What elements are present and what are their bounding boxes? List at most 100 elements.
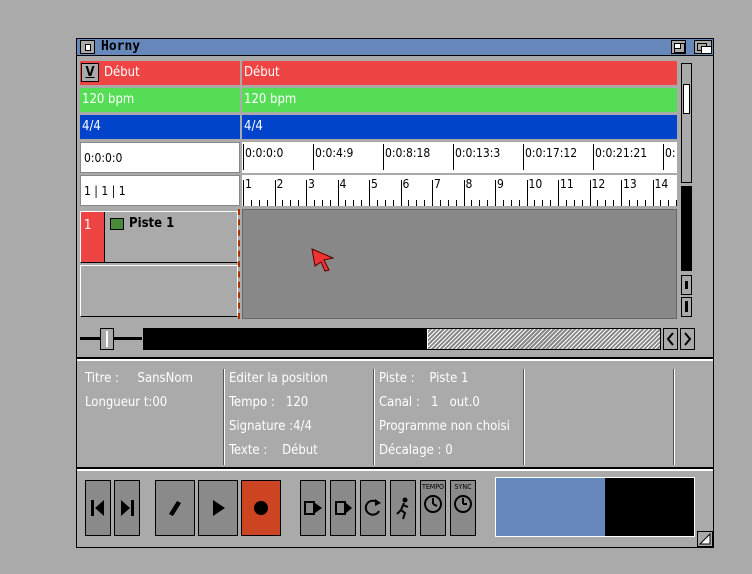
- tempo-row-left[interactable]: 120 bpm: [80, 88, 240, 112]
- bar-ruler-tick: [337, 180, 339, 206]
- time-ruler-label: 0:0:4:9: [315, 146, 354, 160]
- bar-ruler-subtick: [534, 200, 536, 206]
- time-ruler-label: 0:0:21:21: [595, 146, 648, 160]
- metronome-button[interactable]: [390, 480, 416, 536]
- signature-field[interactable]: Signature :4/4: [229, 415, 312, 439]
- loop-start-icon: [304, 501, 322, 515]
- bar-ruler-tick: [369, 180, 370, 206]
- scroll-right-button[interactable]: [680, 328, 695, 350]
- track-number: 1: [84, 218, 92, 233]
- vertical-scrollbar[interactable]: [679, 61, 695, 321]
- marker-row-right[interactable]: Début: [240, 61, 677, 85]
- sync-button[interactable]: SYNC: [450, 480, 476, 536]
- song-title-value: SansNom: [137, 371, 193, 386]
- horizontal-scrollbar[interactable]: [143, 328, 661, 350]
- tempo-row-right[interactable]: 120 bpm: [240, 88, 677, 112]
- info-panel: Titre : SansNom Longueur t:00 Editer la …: [77, 361, 713, 467]
- track-field[interactable]: Piste : Piste 1: [379, 367, 468, 391]
- time-ruler-tick: [593, 144, 594, 170]
- bar-ruler-subtick: [676, 200, 677, 206]
- record-button[interactable]: [241, 480, 281, 536]
- time-ruler-label: 0:0:0:0: [245, 146, 284, 160]
- scroll-down-button[interactable]: [681, 297, 692, 317]
- bar-ruler-subtick: [479, 200, 481, 206]
- text-field[interactable]: Texte : Début: [229, 439, 318, 463]
- bar-ruler-subtick: [660, 200, 662, 206]
- bar-ruler-subtick: [313, 200, 315, 206]
- marker-toggle-button[interactable]: V: [81, 63, 99, 82]
- marker-row-left[interactable]: V Début: [80, 61, 240, 85]
- loop-start-button[interactable]: [300, 480, 326, 536]
- play-button[interactable]: [198, 480, 238, 536]
- time-position-display: 0:0:0:0: [80, 142, 240, 173]
- time-ruler-tick: [313, 144, 314, 170]
- track-instrument-icon: [110, 218, 124, 230]
- time-position-value: 0:0:0:0: [84, 151, 123, 165]
- bar-ruler-subtick: [518, 200, 520, 206]
- bar-ruler-subtick: [636, 200, 638, 206]
- bar-ruler-tick: [495, 180, 496, 206]
- scroll-up-button[interactable]: [681, 275, 692, 295]
- tempo-button[interactable]: TEMPO: [420, 480, 446, 536]
- bar-ruler-label: 10: [528, 177, 543, 191]
- resize-handle[interactable]: [697, 531, 713, 547]
- track-number-cell[interactable]: 1: [81, 212, 105, 262]
- chevron-right-icon: [684, 332, 692, 346]
- clock-icon: [424, 495, 442, 513]
- chevron-left-icon: [666, 332, 674, 346]
- mouse-pointer-icon: [311, 248, 335, 272]
- signature-row-right[interactable]: 4/4: [240, 115, 677, 139]
- upper-scroll-track[interactable]: [681, 63, 692, 183]
- bar-ruler-subtick: [668, 200, 670, 206]
- rewind-button[interactable]: [85, 480, 111, 536]
- song-title-field[interactable]: Titre : SansNom: [85, 367, 193, 391]
- bar-ruler-label: 6: [402, 177, 410, 191]
- title-bar[interactable]: Horny: [77, 39, 713, 56]
- zoom-slider-knob[interactable]: [100, 328, 114, 350]
- bar-ruler-tick: [621, 180, 622, 206]
- depth-button[interactable]: [694, 40, 712, 54]
- bar-ruler-subtick: [408, 200, 410, 206]
- bar-ruler-subtick: [298, 200, 300, 206]
- bar-ruler-tick: [243, 180, 244, 206]
- bar-ruler-label: 14: [654, 177, 669, 191]
- bar-ruler-subtick: [605, 200, 607, 206]
- close-button[interactable]: [80, 40, 95, 54]
- arrange-area[interactable]: [242, 209, 677, 319]
- time-ruler-tick: [453, 144, 454, 170]
- bar-ruler-label: 5: [371, 177, 378, 191]
- upper-scroll-thumb[interactable]: [683, 84, 690, 114]
- stop-button[interactable]: [155, 480, 195, 536]
- bar-ruler-subtick: [266, 200, 268, 206]
- empty-track-row[interactable]: [80, 265, 238, 317]
- tempo-button-label: TEMPO: [421, 483, 444, 491]
- bar-ruler[interactable]: 1 2 3 4 5 6 7 8 9 10 11 12 13 14: [240, 175, 677, 206]
- time-ruler[interactable]: 0:0:0:0 0:0:4:9 0:0:8:18 0:0:13:3 0:0:17:12 0…: [240, 142, 677, 173]
- loop-end-button[interactable]: [330, 480, 356, 536]
- bar-ruler-label: 2: [276, 177, 284, 191]
- scroll-left-button[interactable]: [663, 328, 678, 350]
- time-ruler-tick: [663, 144, 664, 170]
- lower-scroll-track[interactable]: [681, 186, 692, 271]
- horizontal-scroll-thumb[interactable]: [144, 329, 428, 349]
- bar-ruler-label: 8: [465, 177, 473, 191]
- bar-ruler-tick: [274, 180, 276, 206]
- channel-field[interactable]: Canal : 1 out.0: [379, 391, 480, 415]
- zoom-slider[interactable]: [80, 326, 142, 352]
- signature-row-left[interactable]: 4/4: [80, 115, 240, 139]
- window-title: Horny: [101, 39, 141, 54]
- bar-ruler-tick: [558, 180, 559, 206]
- program-field[interactable]: Programme non choisi: [379, 415, 510, 439]
- zoom-button[interactable]: [671, 40, 686, 54]
- loop-button[interactable]: [360, 480, 386, 536]
- track-row[interactable]: 1 Piste 1: [80, 211, 238, 263]
- bar-ruler-subtick: [258, 200, 260, 206]
- bar-position-display: 1 | 1 | 1: [80, 175, 240, 206]
- fast-forward-button[interactable]: [114, 480, 140, 536]
- track-name[interactable]: Piste 1: [129, 216, 174, 231]
- edit-position-button[interactable]: Editer la position: [229, 367, 328, 391]
- tempo-field[interactable]: Tempo : 120: [229, 391, 308, 415]
- bar-ruler-subtick: [384, 200, 386, 206]
- offset-field[interactable]: Décalage : 0: [379, 439, 453, 463]
- bar-ruler-label: 12: [591, 177, 606, 191]
